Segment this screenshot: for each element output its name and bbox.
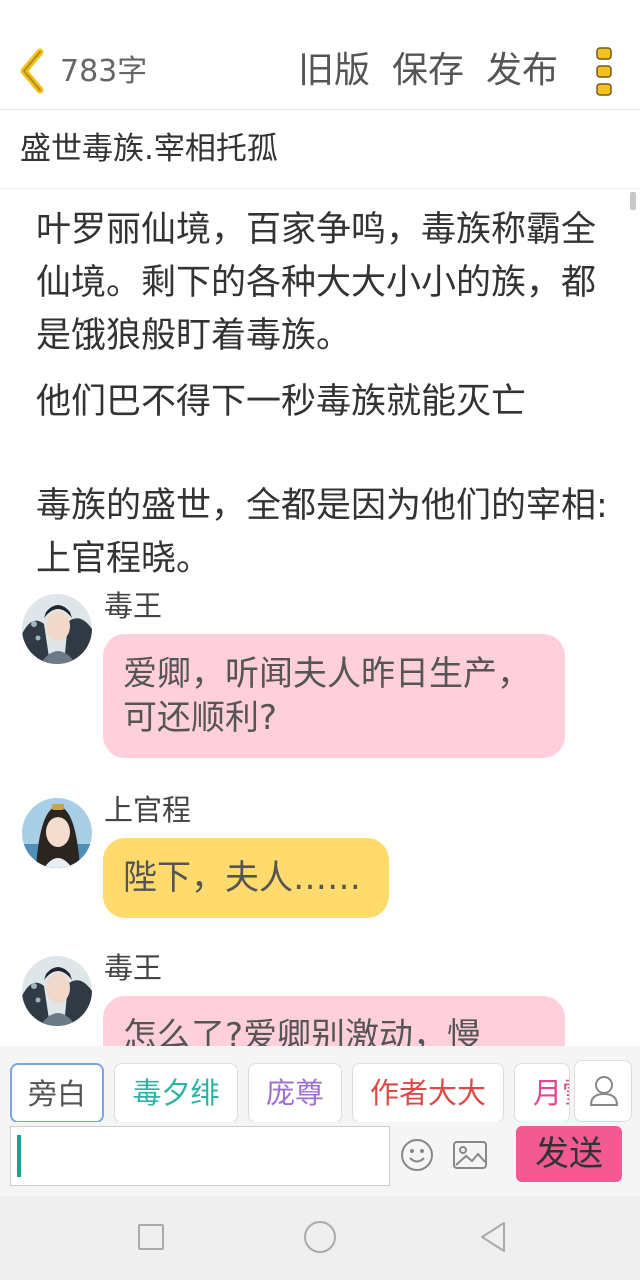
story-title: 盛世毒族.宰相托孤 [20, 131, 278, 167]
narration-block[interactable]: 叶罗丽仙境，百家争鸣，毒族称霸全仙境。剩下的各种大大小小的族，都是饿狼般盯着毒族… [36, 204, 616, 363]
word-count: 783字 [60, 54, 148, 89]
image-icon[interactable] [452, 1140, 488, 1170]
recents-icon[interactable] [138, 1224, 164, 1250]
composer: 发送 [0, 1122, 640, 1196]
character-chip[interactable]: 月雪 [514, 1063, 570, 1123]
system-nav-bar [0, 1196, 640, 1280]
story-content[interactable]: 叶罗丽仙境，百家争鸣，毒族称霸全仙境。剩下的各种大大小小的族，都是饿狼般盯着毒族… [0, 190, 640, 1046]
emoji-icon[interactable] [400, 1138, 434, 1172]
avatar[interactable] [22, 798, 92, 868]
narration-block[interactable]: 毒族的盛世，全都是因为他们的宰相:上官程晓。 [36, 480, 616, 586]
message-bubble[interactable]: 怎么了?爱卿别激动，慢 [103, 996, 565, 1046]
character-chip[interactable]: 庞尊 [248, 1063, 342, 1123]
character-selector: 旁白 毒夕绯 庞尊 作者大大 月雪 [0, 1046, 640, 1123]
message-input[interactable] [10, 1126, 390, 1186]
text-caret [17, 1135, 21, 1177]
avatar[interactable] [22, 594, 92, 664]
old-version-button[interactable]: 旧版 [298, 48, 370, 94]
user-icon[interactable] [574, 1060, 632, 1122]
home-icon[interactable] [304, 1221, 336, 1253]
speaker-name: 毒王 [104, 951, 163, 985]
send-button[interactable]: 发送 [516, 1126, 622, 1182]
character-chip-narrator[interactable]: 旁白 [10, 1063, 104, 1123]
save-button[interactable]: 保存 [392, 48, 464, 94]
speaker-name: 上官程 [104, 793, 192, 827]
message-bubble[interactable]: 陛下，夫人…… [103, 838, 389, 918]
top-bar: 783字 旧版 保存 发布 [0, 36, 640, 110]
scrollbar[interactable] [630, 192, 636, 210]
character-chip[interactable]: 作者大大 [352, 1063, 504, 1123]
back-triangle-icon[interactable] [478, 1220, 508, 1254]
more-vertical-icon[interactable] [594, 46, 616, 98]
avatar[interactable] [22, 956, 92, 1026]
message-bubble[interactable]: 爱卿，听闻夫人昨日生产，可还顺利? [103, 634, 565, 758]
publish-button[interactable]: 发布 [486, 48, 558, 94]
narration-block[interactable]: 他们巴不得下一秒毒族就能灭亡 [36, 376, 616, 429]
story-title-bar[interactable]: 盛世毒族.宰相托孤 [0, 111, 640, 189]
character-chip[interactable]: 毒夕绯 [114, 1063, 238, 1123]
speaker-name: 毒王 [104, 589, 163, 623]
chevron-left-icon[interactable] [16, 48, 52, 94]
